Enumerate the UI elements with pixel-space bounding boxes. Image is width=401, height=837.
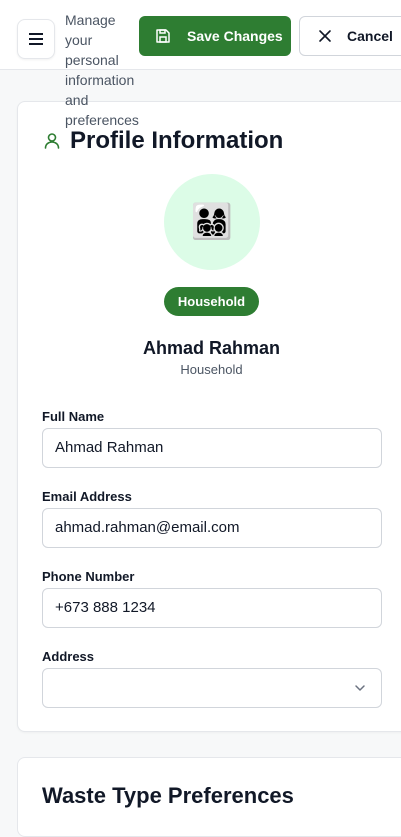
hamburger-icon: [29, 33, 43, 45]
waste-preferences-title: Waste Type Preferences: [42, 783, 294, 808]
cancel-label: Cancel: [347, 28, 393, 44]
close-icon: [319, 30, 331, 42]
email-label: Email Address: [42, 489, 132, 504]
profile-title-text: Profile Information: [70, 127, 284, 154]
page-subtitle: Manage your personal information and pre…: [65, 12, 139, 128]
phone-label: Phone Number: [42, 569, 135, 584]
profile-name: Ahmad Rahman: [142, 338, 281, 358]
phone-input[interactable]: +673 888 1234: [42, 588, 382, 628]
address-label: Address: [42, 649, 95, 664]
email-input[interactable]: ahmad.rahman@email.com: [42, 508, 382, 548]
chevron-down-icon: [355, 685, 365, 691]
save-changes-label: Save Changes: [187, 28, 283, 44]
avatar: 👨‍👩‍👧‍👦: [164, 174, 260, 270]
menu-button[interactable]: [17, 19, 55, 59]
full-name-label: Full Name: [42, 409, 105, 424]
user-icon: [44, 133, 60, 149]
family-avatar-icon: 👨‍👩‍👧‍👦: [190, 203, 234, 241]
save-changes-button[interactable]: Save Changes: [139, 16, 291, 56]
cancel-button[interactable]: Cancel: [299, 16, 401, 56]
address-select[interactable]: [42, 668, 382, 708]
full-name-input[interactable]: Ahmad Rahman: [42, 428, 382, 468]
user-type-badge: Household: [164, 287, 259, 316]
profile-role: Household: [180, 362, 243, 377]
save-icon: [156, 29, 170, 43]
